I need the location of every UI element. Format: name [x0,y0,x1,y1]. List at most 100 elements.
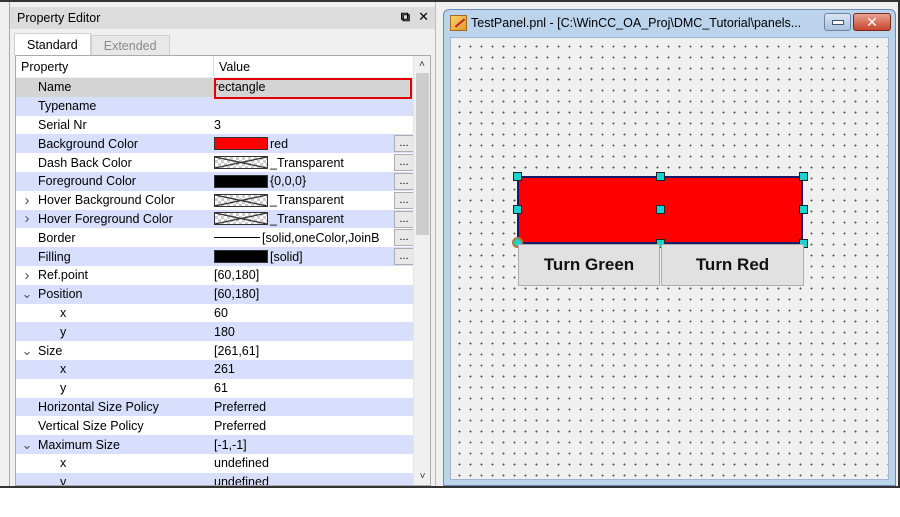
panel-window: TestPanel.pnl - [C:\WinCC_OA_Proj\DMC_Tu… [443,9,896,486]
property-value-cell[interactable]: [solid] [214,250,414,264]
property-value: 180 [214,324,235,339]
column-header-property[interactable]: Property [16,56,214,77]
vertical-scrollbar[interactable]: ˄ ˅ [413,56,430,485]
property-value-cell[interactable]: _Transparent [214,212,414,226]
property-row[interactable]: x 261 [16,359,414,379]
property-row[interactable]: Typename [16,96,414,116]
property-editor-panel: Property Editor ⧉ ✕ Standard Extended Pr… [10,2,435,486]
property-value: 3 [214,117,221,132]
property-editor-title: Property Editor [17,11,101,25]
move-handle-center[interactable] [656,205,665,214]
property-value: Preferred [214,399,267,414]
property-value: _Transparent [270,155,344,170]
resize-handle-top-left[interactable] [513,172,522,181]
minimize-button[interactable] [824,13,851,31]
chevron-down-icon[interactable]: ⌄ [16,286,38,302]
property-row[interactable]: ⌄ Size [261,61] [16,341,414,360]
property-row[interactable]: › Hover Foreground Color _Transparent... [16,209,414,229]
turn-red-button[interactable]: Turn Red [661,244,804,286]
property-value-cell[interactable]: Preferred [214,419,414,433]
edit-value-button[interactable]: ... [394,229,414,247]
property-value-cell[interactable]: 61 [214,381,414,395]
resize-handle-middle-left[interactable] [513,205,522,214]
turn-green-button[interactable]: Turn Green [518,244,660,286]
property-row[interactable]: Serial Nr 3 [16,116,414,135]
resize-handle-top-center[interactable] [656,172,665,181]
property-row[interactable]: ⌄ Maximum Size [-1,-1] [16,435,414,454]
property-row[interactable]: Vertical Size Policy Preferred [16,416,414,435]
edit-value-button[interactable]: ... [394,191,414,209]
scroll-down-icon[interactable]: ˅ [414,468,430,485]
property-row[interactable]: Foreground Color {0,0,0}... [16,171,414,191]
property-value: Preferred [214,418,267,433]
property-value: [60,180] [214,268,260,283]
property-value-cell[interactable]: undefined [214,475,414,485]
property-value: rectangle [214,80,266,95]
chevron-right-icon[interactable]: › [16,267,38,284]
property-row[interactable]: y 61 [16,379,414,398]
property-row[interactable]: x 60 [16,304,414,323]
edit-value-button[interactable]: ... [394,172,414,190]
property-value-cell[interactable]: [261,61] [214,344,414,358]
scroll-up-icon[interactable]: ˄ [414,56,430,73]
property-value-cell[interactable]: rectangle [214,80,414,94]
property-value-cell[interactable]: [60,180] [214,268,414,282]
property-value: [solid,oneColor,JoinB [262,230,380,245]
property-row[interactable]: ⌄ Position [60,180] [16,284,414,304]
resize-handle-middle-right[interactable] [799,205,808,214]
property-name: y [60,475,67,486]
property-value-cell[interactable]: [60,180] [214,287,414,301]
property-rows: Name rectangle Typename Serial Nr 3 Backgroun… [16,78,414,486]
color-swatch [214,174,268,188]
property-value-cell[interactable]: red [214,137,414,151]
edit-value-button[interactable]: ... [394,154,414,172]
float-icon[interactable]: ⧉ [401,9,410,25]
property-row[interactable]: y 180 [16,322,414,342]
property-value-cell[interactable]: _Transparent [214,193,414,207]
property-name: Dash Back Color [38,155,132,170]
property-value-cell[interactable]: [-1,-1] [214,438,414,452]
property-row[interactable]: Dash Back Color _Transparent... [16,153,414,172]
property-value-cell[interactable]: {0,0,0} [214,174,414,188]
property-value-cell[interactable]: [solid,oneColor,JoinB [214,231,414,245]
edit-value-button[interactable]: ... [394,210,414,228]
panel-canvas[interactable]: Turn Green Turn Red [450,37,889,480]
property-name: x [60,305,67,320]
property-row[interactable]: Horizontal Size Policy Preferred [16,397,414,417]
tab-extended[interactable]: Extended [90,35,170,55]
property-row[interactable]: › Ref.point [60,180] [16,266,414,285]
property-value-cell[interactable]: 261 [214,362,414,376]
property-value-cell[interactable]: 180 [214,325,414,339]
property-row[interactable]: Filling [solid]... [16,247,414,266]
tab-standard[interactable]: Standard [14,33,91,55]
edit-value-button[interactable]: ... [394,135,414,153]
property-value: _Transparent [270,193,344,208]
property-value: _Transparent [270,211,344,226]
column-header-value[interactable]: Value [214,56,414,77]
property-row[interactable]: › Hover Background Color _Transparent... [16,191,414,210]
property-name: Hover Background Color [38,193,175,208]
close-window-button[interactable]: ✕ [853,13,891,31]
resize-handle-top-right[interactable] [799,172,808,181]
property-value-cell[interactable]: _Transparent [214,156,414,170]
scrollbar-thumb[interactable] [416,73,429,235]
dock-splitter[interactable] [435,2,441,486]
property-row[interactable]: Border [solid,oneColor,JoinB... [16,228,414,247]
edit-value-button[interactable]: ... [394,248,414,266]
property-grid: Property Value Name rectangle Typename Seri… [15,55,431,486]
property-value-cell[interactable]: undefined [214,456,414,470]
property-value-cell[interactable]: 60 [214,306,414,320]
transparent-swatch [214,212,268,226]
property-name: Size [38,343,63,358]
property-value-cell[interactable]: Preferred [214,400,414,414]
chevron-down-icon[interactable]: ⌄ [16,437,38,453]
close-icon[interactable]: ✕ [418,9,429,25]
chevron-right-icon[interactable]: › [16,210,38,227]
chevron-right-icon[interactable]: › [16,192,38,209]
property-row[interactable]: Name rectangle [16,78,414,97]
chevron-down-icon[interactable]: ⌄ [16,343,38,359]
property-row[interactable]: Background Color red... [16,134,414,154]
property-value-cell[interactable]: 3 [214,118,414,132]
property-row[interactable]: x undefined [16,454,414,473]
property-row[interactable]: y undefined [16,472,414,486]
